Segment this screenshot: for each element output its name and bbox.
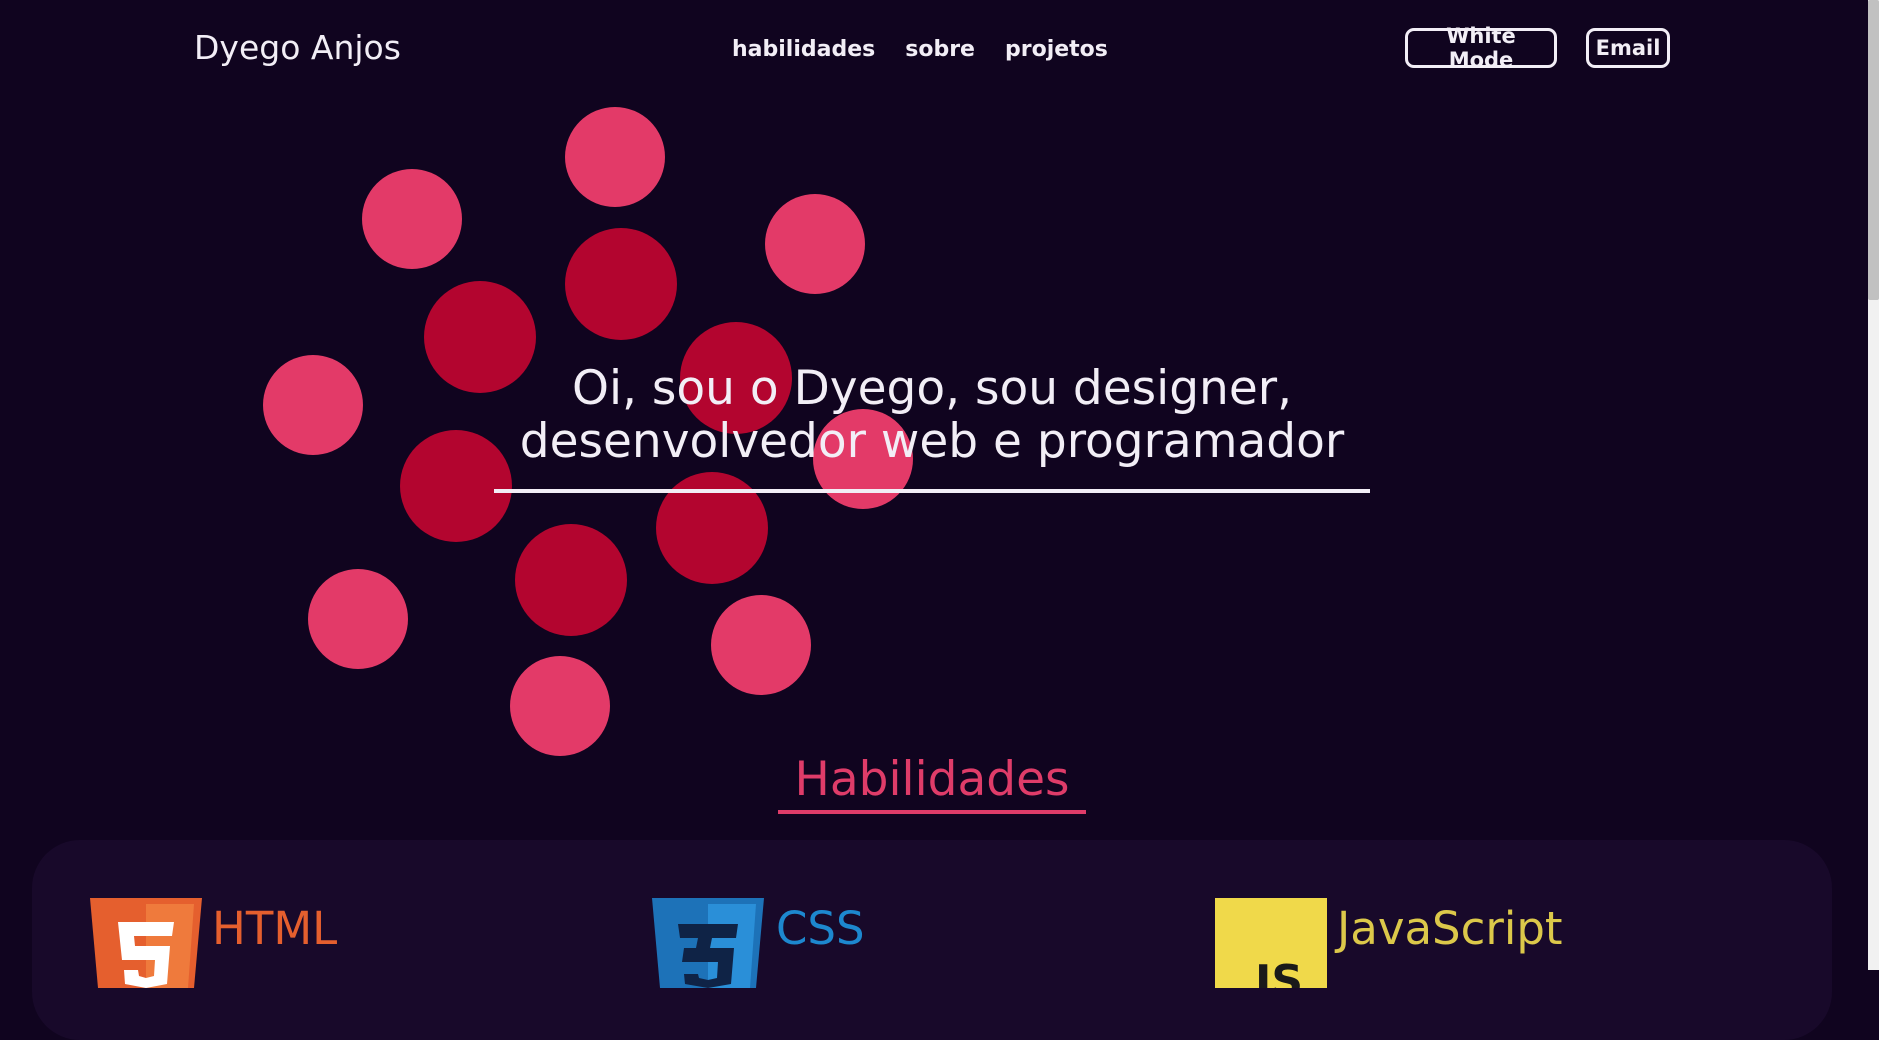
decor-circle	[308, 569, 408, 669]
decor-circle	[765, 194, 865, 294]
decor-circle	[362, 169, 462, 269]
white-mode-button[interactable]: White Mode	[1405, 24, 1557, 72]
scrollbar-thumb[interactable]	[1868, 0, 1879, 300]
css3-icon	[652, 898, 764, 988]
decor-circle	[565, 228, 677, 340]
js-icon: JS	[1215, 898, 1327, 988]
skill-label-javascript: JavaScript	[1337, 902, 1563, 955]
nav-link-projetos[interactable]: projetos	[1005, 37, 1108, 62]
hero-line-2: desenvolvedor web e programador	[519, 414, 1345, 469]
hero-line-1: Oi, sou o Dyego, sou designer,	[571, 361, 1293, 416]
page-scrollbar[interactable]	[1868, 0, 1879, 970]
decor-circle	[263, 355, 363, 455]
html5-icon	[90, 898, 202, 988]
hero-heading: Oi, sou o Dyego, sou designer, desenvolv…	[470, 362, 1394, 468]
nav-link-habilidades[interactable]: habilidades	[732, 37, 875, 62]
skills-title-underline	[778, 810, 1086, 814]
email-button[interactable]: Email	[1586, 28, 1670, 68]
site-logo[interactable]: Dyego Anjos	[194, 28, 401, 67]
hero-underline	[494, 489, 1370, 493]
skill-label-css: CSS	[776, 902, 865, 955]
nav-link-sobre[interactable]: sobre	[905, 37, 975, 62]
decor-circle	[515, 524, 627, 636]
nav-links: habilidades sobre projetos	[732, 37, 1108, 62]
skill-label-html: HTML	[212, 902, 338, 955]
svg-text:JS: JS	[1252, 956, 1303, 988]
decor-circle	[510, 656, 610, 756]
decor-circle	[711, 595, 811, 695]
decor-circle	[565, 107, 665, 207]
top-navbar: Dyego Anjos habilidades sobre projetos W…	[0, 0, 1868, 100]
skills-section-title: Habilidades	[794, 752, 1070, 807]
